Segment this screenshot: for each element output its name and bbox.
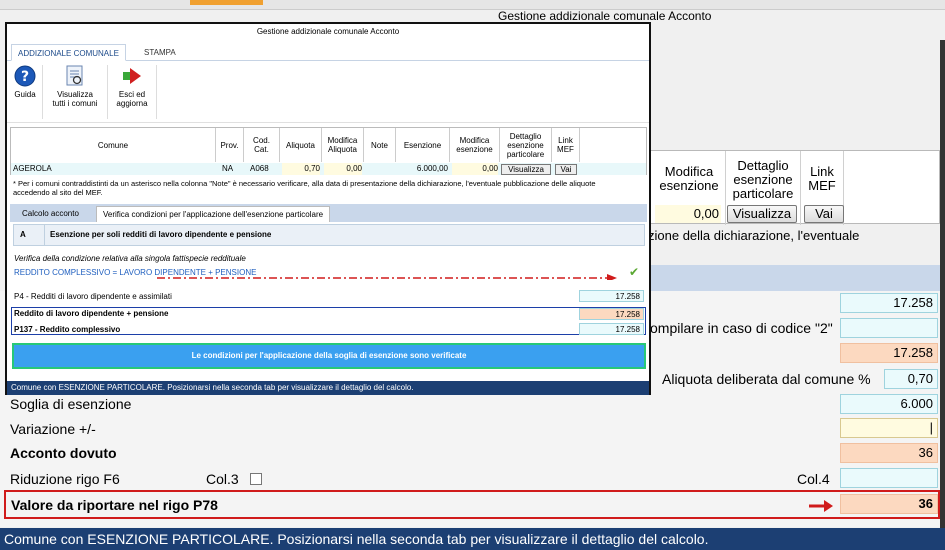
cell-comune: AGEROLA	[13, 164, 52, 173]
dialog-addizionale-comunale: Gestione addizionale comunale Acconto AD…	[5, 22, 651, 395]
ribbon-separator	[42, 65, 43, 119]
header-aliquota: Aliquota	[280, 128, 322, 162]
dialog-title: Gestione addizionale comunale Acconto	[256, 27, 400, 36]
document-search-icon	[66, 65, 83, 86]
dashed-arrow-icon	[157, 274, 617, 280]
bg-header-modifica-esenzione: Modifica esenzione	[659, 164, 719, 193]
bg-label-compilare: ompilare in caso di codice "2"	[650, 320, 833, 336]
bg-label-acconto: Acconto dovuto	[10, 445, 117, 461]
p4-label: P4 - Redditi di lavoro dipendente e assi…	[14, 292, 172, 301]
p4-field: 17.258	[579, 290, 644, 302]
section-letter: A	[20, 230, 26, 239]
header-cod-cat: Cod. Cat.	[244, 128, 280, 162]
header-link-mef: Link MEF	[552, 128, 580, 162]
header-modifica-aliquota: Modifica Aliquota	[322, 128, 364, 162]
visualizza-tutti-button[interactable]: Visualizza tutti i comuni	[45, 65, 105, 108]
bg-label-soglia: Soglia di esenzione	[10, 396, 132, 412]
bg-col3-checkbox[interactable]	[250, 473, 262, 485]
header-note: Note	[364, 128, 396, 162]
header-comune: Comune	[11, 128, 216, 162]
bg-field-codice[interactable]	[840, 318, 938, 338]
tab-verifica-condizioni[interactable]: Verifica condizioni per l'applicazione d…	[96, 206, 331, 222]
background-window-edge	[940, 40, 945, 550]
cell-aliquota: 0,70	[282, 163, 320, 175]
bg-modifica-esenzione-value[interactable]: 0,00	[655, 205, 721, 223]
guida-button[interactable]: ? Guida	[11, 65, 39, 99]
reddito-dipendente-pensione-field: 17.258	[579, 308, 644, 320]
dialog-ribbon: ? Guida Visualizza tutti i comuni Esci e…	[7, 61, 649, 123]
bg-label-col3: Col.3	[206, 471, 239, 487]
visualizza-button[interactable]: Visualizza	[501, 164, 551, 175]
bg-field-valore: 36	[840, 494, 938, 514]
bg-note-text: zione della dichiarazione, l'eventuale	[648, 228, 860, 243]
bg-header-link-mef: Link MEF	[808, 164, 836, 193]
bg-field-reddito[interactable]: 17.258	[840, 293, 938, 313]
bg-header-dettaglio: Dettaglio esenzione particolare	[732, 158, 794, 201]
section-title: Esenzione per soli redditi di lavoro dip…	[50, 230, 272, 239]
cell-modifica-aliquota[interactable]: 0,00	[324, 163, 362, 175]
background-title-bar	[0, 0, 945, 10]
bg-label-aliquota: Aliquota deliberata dal comune %	[662, 371, 871, 387]
bg-section-header	[650, 265, 940, 291]
cell-prov: NA	[222, 164, 234, 173]
bg-field-aliquota[interactable]: 0,70	[884, 369, 938, 389]
exit-arrow-icon	[123, 68, 141, 84]
bg-label-variazione: Variazione +/-	[10, 421, 96, 437]
check-icon: ✔	[629, 265, 640, 279]
bg-field-imponibile: 17.258	[840, 343, 938, 363]
ribbon-separator	[156, 65, 157, 119]
reddito-dipendente-pensione-label: Reddito di lavoro dipendente + pensione	[14, 309, 169, 318]
background-window-title: Gestione addizionale comunale Acconto	[498, 9, 712, 23]
tab-stampa[interactable]: STAMPA	[138, 44, 182, 61]
section-header: A Esenzione per soli redditi di lavoro d…	[13, 224, 645, 246]
cell-cod-cat: A068	[250, 164, 269, 173]
bg-status-bar: Comune con ESENZIONE PARTICOLARE. Posizi…	[0, 528, 945, 550]
background-comuni-table: Modifica esenzione Dettaglio esenzione p…	[650, 150, 940, 225]
tab-addizionale-comunale[interactable]: ADDIZIONALE COMUNALE	[11, 44, 126, 61]
vai-button[interactable]: Vai	[555, 164, 577, 175]
bg-vai-button[interactable]: Vai	[804, 205, 844, 223]
help-icon: ?	[14, 65, 36, 87]
bg-visualizza-button[interactable]: Visualizza	[727, 205, 797, 223]
bg-field-soglia[interactable]: 6.000	[840, 394, 938, 414]
bg-field-variazione[interactable]: |	[840, 418, 938, 438]
cell-modifica-esenzione[interactable]: 0,00	[452, 163, 498, 175]
note-asterisco: * Per i comuni contraddistinti da un ast…	[13, 179, 596, 197]
cell-esenzione: 6.000,00	[416, 164, 448, 173]
bg-label-col4: Col.4	[797, 471, 830, 487]
verifica-description: Verifica della condizione relativa alla …	[14, 254, 246, 263]
bg-field-acconto: 36	[840, 443, 938, 463]
dialog-ribbon-tabs: ADDIZIONALE COMUNALE STAMPA	[7, 42, 649, 61]
esci-aggiorna-button[interactable]: Esci ed aggiorna	[110, 65, 154, 108]
bg-label-riduzione: Riduzione rigo F6	[10, 471, 120, 487]
condizioni-verificate-banner: Le condizioni per l'applicazione della s…	[12, 343, 646, 369]
svg-text:?: ?	[21, 69, 29, 85]
background-active-tab-marker	[190, 0, 263, 5]
bg-column-separator	[725, 151, 726, 225]
dialog-status-bar: Comune con ESENZIONE PARTICOLARE. Posizi…	[7, 381, 649, 395]
header-modifica-esenzione: Modifica esenzione	[450, 128, 500, 162]
comuni-table: Comune Prov. Cod. Cat. Aliquota Modifica…	[10, 127, 647, 175]
header-dettaglio: Dettaglio esenzione particolare	[500, 128, 552, 162]
ribbon-separator	[107, 65, 108, 119]
header-esenzione: Esenzione	[396, 128, 450, 162]
inner-tab-bar: Calcolo acconto Verifica condizioni per …	[10, 204, 647, 222]
p137-field: 17.258	[579, 323, 644, 335]
tab-calcolo-acconto[interactable]: Calcolo acconto	[16, 206, 85, 222]
p137-label: P137 - Reddito complessivo	[14, 325, 121, 334]
section-divider	[44, 225, 45, 245]
bg-label-valore: Valore da riportare nel rigo P78	[11, 497, 218, 513]
red-arrow-icon	[809, 500, 833, 512]
header-prov: Prov.	[216, 128, 244, 162]
bg-field-col4[interactable]	[840, 468, 938, 488]
